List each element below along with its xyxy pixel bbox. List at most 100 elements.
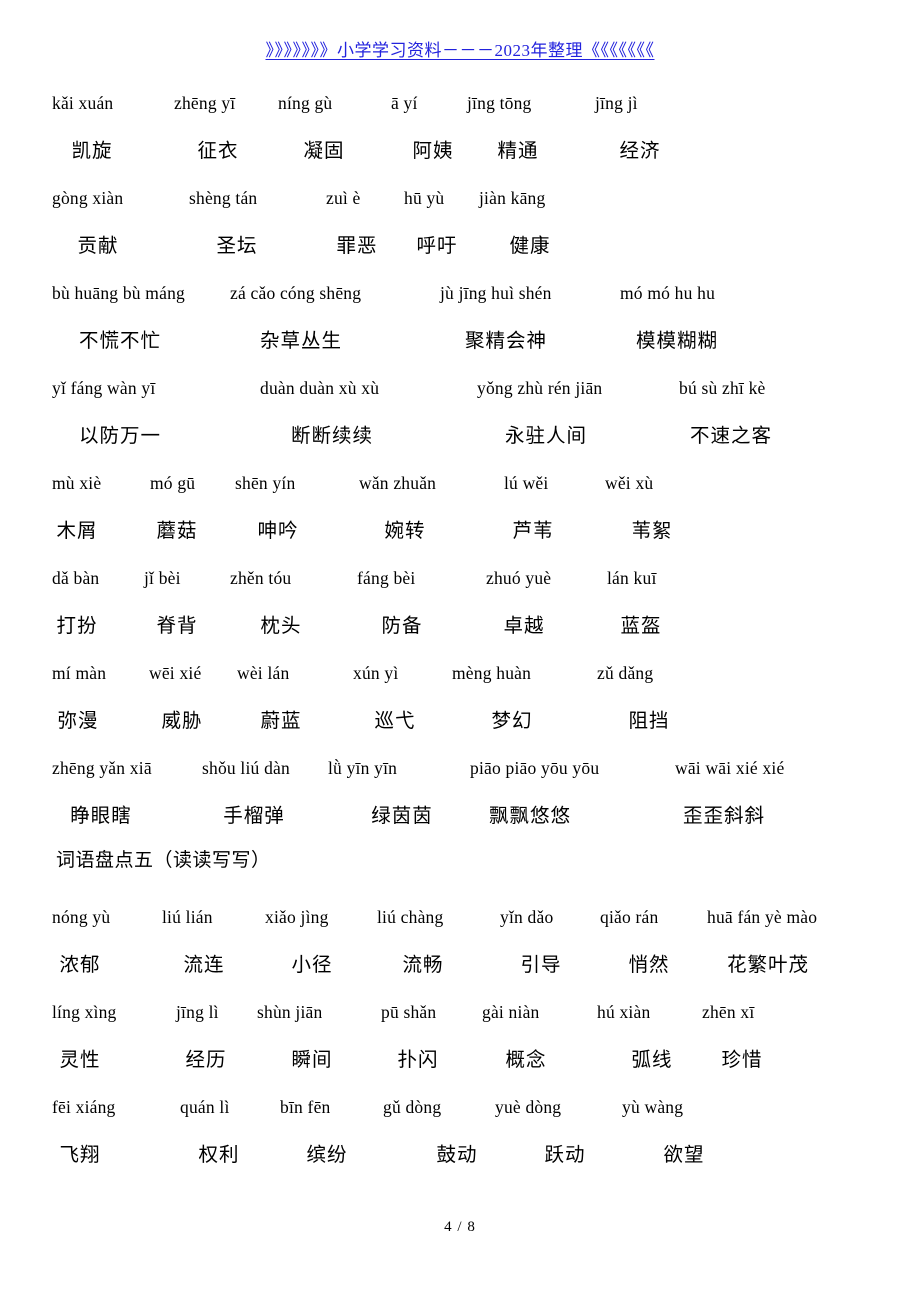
hanzi-line: 打扮 脊背 枕头 防备 卓越 蓝盔 — [52, 602, 868, 649]
pinyin-line: kǎi xuán zhēng yī níng gù ā yí jīng tōng jīng… — [52, 80, 868, 127]
hanzi-text: 永驻人间 — [504, 424, 588, 447]
pinyin-text: piāo piāo yōu yōu — [470, 758, 600, 778]
hanzi-text: 跃动 — [544, 1143, 586, 1166]
hanzi-text: 圣坛 — [216, 234, 258, 257]
page-footer: 4 / 8 — [0, 1219, 920, 1236]
pinyin-text: liú chàng — [377, 907, 444, 927]
pinyin-line: fēi xiáng quán lì bīn fēn gǔ dòng yuè dòng yù… — [52, 1084, 868, 1131]
hanzi-text: 绿茵茵 — [371, 804, 433, 827]
pinyin-line: mí màn wēi xié wèi lán xún yì mèng huàn zǔ dǎ… — [52, 650, 868, 697]
pinyin-text: hú xiàn — [597, 1002, 651, 1022]
hanzi-text: 阻挡 — [628, 709, 670, 732]
hanzi-text: 悄然 — [628, 953, 670, 976]
hanzi-text: 婉转 — [384, 519, 426, 542]
pinyin-line: zhēng yǎn xiā shǒu liú dàn lǜ yīn yīn piāo … — [52, 745, 868, 792]
hanzi-text: 聚精会神 — [464, 329, 548, 352]
pinyin-text: pū shǎn — [381, 1002, 437, 1022]
pinyin-text: xún yì — [353, 663, 399, 683]
hanzi-text: 以防万一 — [78, 424, 162, 447]
pinyin-text: wěi xù — [605, 473, 654, 493]
hanzi-text: 概念 — [505, 1048, 547, 1071]
pinyin-text: ā yí — [391, 93, 418, 113]
pinyin-text: yǐn dǎo — [500, 907, 554, 927]
pinyin-text: yù wàng — [622, 1097, 684, 1117]
pinyin-line: yǐ fáng wàn yī duàn duàn xù xù yǒng zhù ré… — [52, 365, 868, 412]
pinyin-line: líng xìng jīng lì shùn jiān pū shǎn gài niàn… — [52, 989, 868, 1036]
pinyin-text: dǎ bàn — [52, 568, 100, 588]
pinyin-text: líng xìng — [52, 1002, 117, 1022]
pinyin-text: shèng tán — [189, 188, 258, 208]
hanzi-text: 权利 — [198, 1143, 240, 1166]
word-row: bù huāng bù máng zá cǎo cóng shēng jù jīng… — [52, 270, 868, 365]
hanzi-text: 蔚蓝 — [260, 709, 302, 732]
hanzi-text: 睁眼瞎 — [70, 804, 132, 827]
hanzi-text: 杂草丛生 — [259, 329, 343, 352]
word-row: mù xiè mó gū shēn yín wǎn zhuǎn lú wěi wěi xù… — [52, 460, 868, 555]
hanzi-text: 凯旋 — [71, 139, 113, 162]
pinyin-text: níng gù — [278, 93, 333, 113]
pinyin-text: quán lì — [180, 1097, 230, 1117]
pinyin-text: mèng huàn — [452, 663, 532, 683]
pinyin-text: duàn duàn xù xù — [260, 378, 380, 398]
word-row: dǎ bàn jǐ bèi zhěn tóu fáng bèi zhuó yuè lán … — [52, 555, 868, 650]
hanzi-text: 流连 — [183, 953, 225, 976]
pinyin-text: hū yù — [404, 188, 445, 208]
hanzi-line: 不慌不忙 杂草丛生 聚精会神 模模糊糊 — [52, 317, 868, 364]
pinyin-text: liú lián — [162, 907, 213, 927]
hanzi-text: 贡献 — [77, 234, 119, 257]
hanzi-text: 枕头 — [260, 614, 302, 637]
hanzi-text: 珍惜 — [721, 1048, 763, 1071]
pinyin-text: nóng yù — [52, 907, 111, 927]
hanzi-text: 歪歪斜斜 — [682, 804, 766, 827]
pinyin-line: nóng yù liú lián xiǎo jìng liú chàng yǐn dǎo… — [52, 894, 868, 941]
hanzi-text: 精通 — [497, 139, 539, 162]
pinyin-text: gǔ dòng — [383, 1097, 442, 1117]
pinyin-text: xiǎo jìng — [265, 907, 329, 927]
pinyin-text: zǔ dǎng — [597, 663, 654, 683]
header-watermark-text: 》》》》》》》小学学习资料－－－2023年整理《《《《《《《 — [265, 41, 655, 60]
page-number: 4 / 8 — [444, 1219, 476, 1235]
hanzi-text: 苇絮 — [631, 519, 673, 542]
hanzi-text: 健康 — [509, 234, 551, 257]
hanzi-text: 经历 — [185, 1048, 227, 1071]
hanzi-text: 凝固 — [303, 139, 345, 162]
hanzi-text: 断断续续 — [290, 424, 374, 447]
word-row: nóng yù liú lián xiǎo jìng liú chàng yǐn dǎo… — [52, 894, 868, 989]
hanzi-text: 蘑菇 — [156, 519, 198, 542]
hanzi-text: 瞬间 — [291, 1048, 333, 1071]
pinyin-text: mù xiè — [52, 473, 102, 493]
hanzi-line: 凯旋 征衣 凝固 阿姨 精通 经济 — [52, 127, 868, 174]
pinyin-text: mó mó hu hu — [620, 283, 716, 303]
document-header: 》》》》》》》小学学习资料－－－2023年整理《《《《《《《 — [52, 0, 868, 66]
hanzi-text: 模模糊糊 — [635, 329, 719, 352]
hanzi-text: 梦幻 — [491, 709, 533, 732]
hanzi-text: 芦苇 — [512, 519, 554, 542]
hanzi-text: 征衣 — [197, 139, 239, 162]
hanzi-text: 呼吁 — [416, 234, 458, 257]
pinyin-text: jǐ bèi — [144, 568, 181, 588]
hanzi-text: 花繁叶茂 — [726, 953, 810, 976]
hanzi-text: 弥漫 — [57, 709, 99, 732]
hanzi-line: 木屑 蘑菇 呻吟 婉转 芦苇 苇絮 — [52, 507, 868, 554]
pinyin-text: jīng tōng — [467, 93, 532, 113]
pinyin-text: fáng bèi — [357, 568, 416, 588]
pinyin-text: wèi lán — [237, 663, 290, 683]
pinyin-text: wǎn zhuǎn — [359, 473, 437, 493]
pinyin-text: jù jīng huì shén — [440, 283, 552, 303]
pinyin-line: dǎ bàn jǐ bèi zhěn tóu fáng bèi zhuó yuè lán … — [52, 555, 868, 602]
pinyin-text: zhuó yuè — [486, 568, 552, 588]
pinyin-text: shēn yín — [235, 473, 296, 493]
pinyin-text: zá cǎo cóng shēng — [230, 283, 362, 303]
pinyin-text: gòng xiàn — [52, 188, 124, 208]
pinyin-text: zhēng yī — [174, 93, 236, 113]
word-row: kǎi xuán zhēng yī níng gù ā yí jīng tōng jīng… — [52, 80, 868, 175]
pinyin-text: yǐ fáng wàn yī — [52, 378, 156, 398]
pinyin-text: huā fán yè mào — [707, 907, 818, 927]
pinyin-line: bù huāng bù máng zá cǎo cóng shēng jù jīng… — [52, 270, 868, 317]
hanzi-line: 弥漫 威胁 蔚蓝 巡弋 梦幻 阻挡 — [52, 697, 868, 744]
pinyin-text: jīng jì — [595, 93, 638, 113]
pinyin-text: bù huāng bù máng — [52, 283, 185, 303]
hanzi-text: 经济 — [619, 139, 661, 162]
word-row: yǐ fáng wàn yī duàn duàn xù xù yǒng zhù ré… — [52, 365, 868, 460]
word-row: fēi xiáng quán lì bīn fēn gǔ dòng yuè dòng yù… — [52, 1084, 868, 1179]
